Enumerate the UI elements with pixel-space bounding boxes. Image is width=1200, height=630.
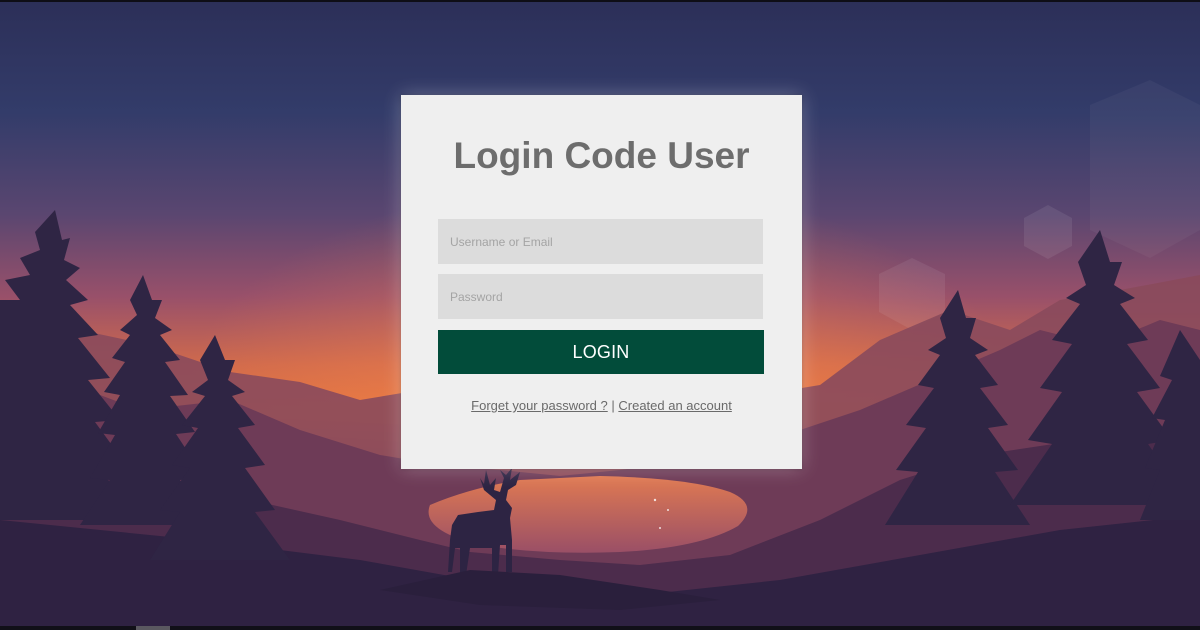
bottom-edge-segment (136, 626, 170, 630)
username-input[interactable] (438, 219, 763, 264)
link-separator: | (611, 398, 615, 413)
password-input[interactable] (438, 274, 763, 319)
login-card: Login Code User LOGIN Forget your passwo… (401, 95, 802, 469)
account-links: Forget your password ? | Created an acco… (401, 398, 802, 414)
forgot-password-link[interactable]: Forget your password ? (471, 398, 608, 413)
create-account-link[interactable]: Created an account (618, 398, 731, 413)
login-button[interactable]: LOGIN (438, 330, 764, 374)
bottom-edge (0, 626, 1200, 630)
top-edge (0, 0, 1200, 2)
login-title: Login Code User (453, 135, 750, 176)
